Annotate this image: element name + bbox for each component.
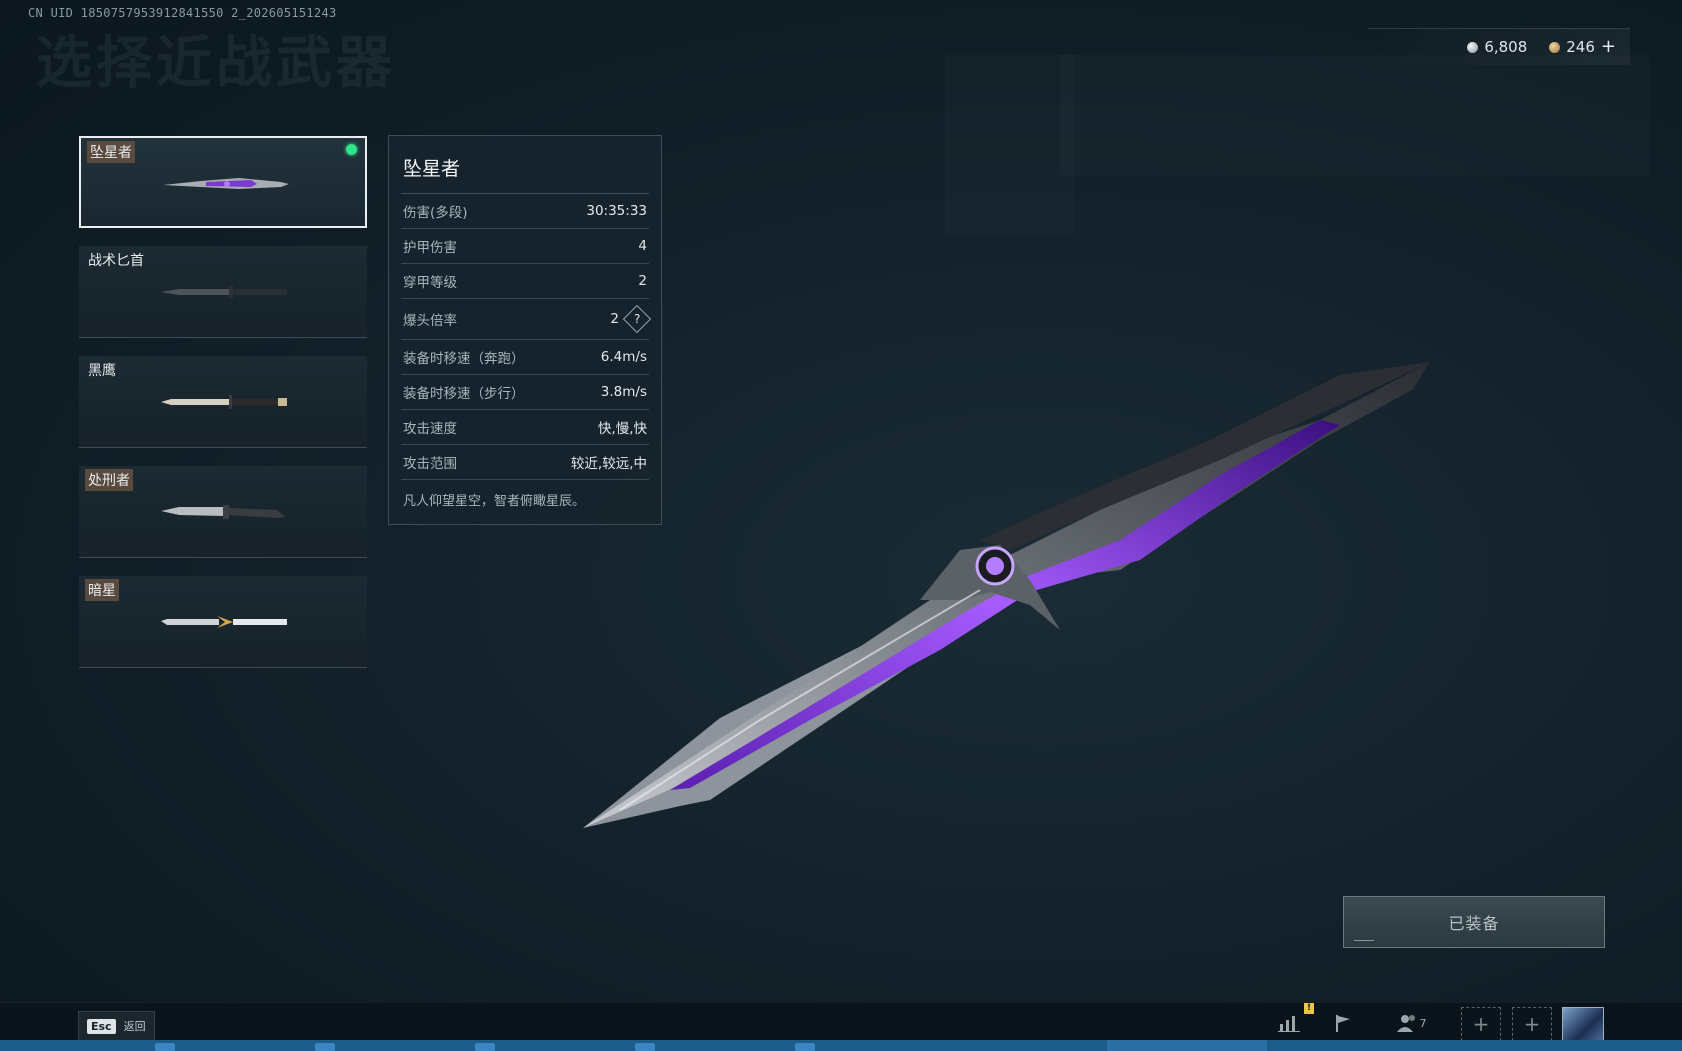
weapon-name: 处刑者 — [85, 469, 133, 491]
stat-value: 2 — [638, 273, 647, 289]
stat-label: 攻击速度 — [403, 421, 457, 437]
friends-icon — [1396, 1015, 1415, 1032]
player-avatar[interactable] — [1562, 1007, 1604, 1043]
page-title: 选择近战武器 — [36, 31, 396, 96]
os-taskbar — [0, 1040, 1682, 1051]
taskbar-app-icon[interactable] — [475, 1043, 495, 1051]
weapon-card-1[interactable]: 战术匕首 — [79, 246, 367, 338]
flag-icon[interactable] — [1324, 1007, 1362, 1039]
party-slot[interactable]: + — [1512, 1007, 1552, 1041]
stat-value-with-help: 2 ? — [610, 304, 652, 334]
stat-label: 护甲伤害 — [403, 240, 457, 256]
silver-currency: 6,808 — [1467, 38, 1527, 56]
gold-amount: 246 — [1566, 38, 1595, 56]
stat-row: 伤害(多段) 30:35:33 — [401, 194, 649, 229]
dark-star-thumbnail — [161, 616, 287, 628]
help-icon[interactable]: ? — [622, 304, 652, 334]
stat-value: 4 — [638, 238, 647, 254]
help-icon-glyph: ? — [633, 312, 641, 326]
stat-row: 穿甲等级 2 — [401, 264, 649, 299]
tactical-dagger-thumbnail — [161, 286, 287, 298]
equipped-button[interactable]: 已装备 — [1343, 896, 1605, 948]
gold-currency: 246 + — [1549, 38, 1616, 56]
weapon-preview-image[interactable] — [560, 330, 1440, 850]
stat-value: 2 — [610, 311, 619, 327]
equipped-indicator — [346, 144, 357, 155]
party-slot[interactable]: + — [1461, 1007, 1501, 1041]
stat-label: 穿甲等级 — [403, 275, 457, 291]
weapon-name: 战术匕首 — [88, 253, 144, 269]
stat-label: 爆头倍率 — [403, 313, 457, 329]
bottom-bar: Esc 返回 ! 7 + + — [0, 1002, 1682, 1043]
back-label: 返回 — [123, 1020, 146, 1033]
weapon-card-3[interactable]: 处刑者 — [79, 466, 367, 558]
weapon-list: 坠星者 战术匕首 黑鹰 处刑者 暗星 — [79, 136, 369, 686]
stat-label: 伤害(多段) — [403, 205, 468, 221]
gold-coin-icon — [1549, 41, 1561, 53]
background-panel — [1060, 55, 1650, 175]
stat-label: 攻击范围 — [403, 456, 457, 472]
detail-title: 坠星者 — [401, 136, 649, 194]
taskbar-active-app[interactable] — [1107, 1040, 1267, 1051]
stat-label: 装备时移速（奔跑） — [403, 351, 525, 367]
executioner-thumbnail — [161, 505, 285, 519]
weapon-card-4[interactable]: 暗星 — [79, 576, 367, 668]
weapon-name: 暗星 — [85, 579, 119, 601]
silver-amount: 6,808 — [1484, 38, 1528, 56]
add-currency-button[interactable]: + — [1601, 38, 1616, 56]
taskbar-app-icon[interactable] — [795, 1043, 815, 1051]
taskbar-app-icon[interactable] — [155, 1043, 175, 1051]
silver-coin-icon — [1467, 41, 1479, 53]
stat-row: 护甲伤害 4 — [401, 229, 649, 264]
button-accent-line — [1354, 940, 1374, 941]
stat-label: 装备时移速（步行） — [403, 386, 525, 402]
weapon-card-2[interactable]: 黑鹰 — [79, 356, 367, 448]
weapon-name: 坠星者 — [87, 141, 135, 163]
star-dagger-thumbnail — [163, 178, 289, 189]
back-button[interactable]: Esc 返回 — [78, 1011, 155, 1041]
notification-badge: ! — [1304, 1003, 1314, 1014]
friends-count: 7 — [1419, 1016, 1427, 1030]
taskbar-app-icon[interactable] — [635, 1043, 655, 1051]
friends-button[interactable]: 7 — [1386, 1007, 1436, 1039]
background-panel — [945, 55, 1075, 235]
black-hawk-thumbnail — [161, 395, 287, 409]
weapon-card-0[interactable]: 坠星者 — [79, 136, 367, 228]
stat-value: 30:35:33 — [586, 203, 647, 219]
esc-key-icon: Esc — [87, 1018, 116, 1034]
equipped-label: 已装备 — [1448, 914, 1500, 933]
currency-bar: 6,808 246 + — [1368, 28, 1630, 65]
taskbar-app-icon[interactable] — [315, 1043, 335, 1051]
weapon-name: 黑鹰 — [88, 363, 116, 379]
stats-chart-icon[interactable] — [1270, 1007, 1308, 1039]
